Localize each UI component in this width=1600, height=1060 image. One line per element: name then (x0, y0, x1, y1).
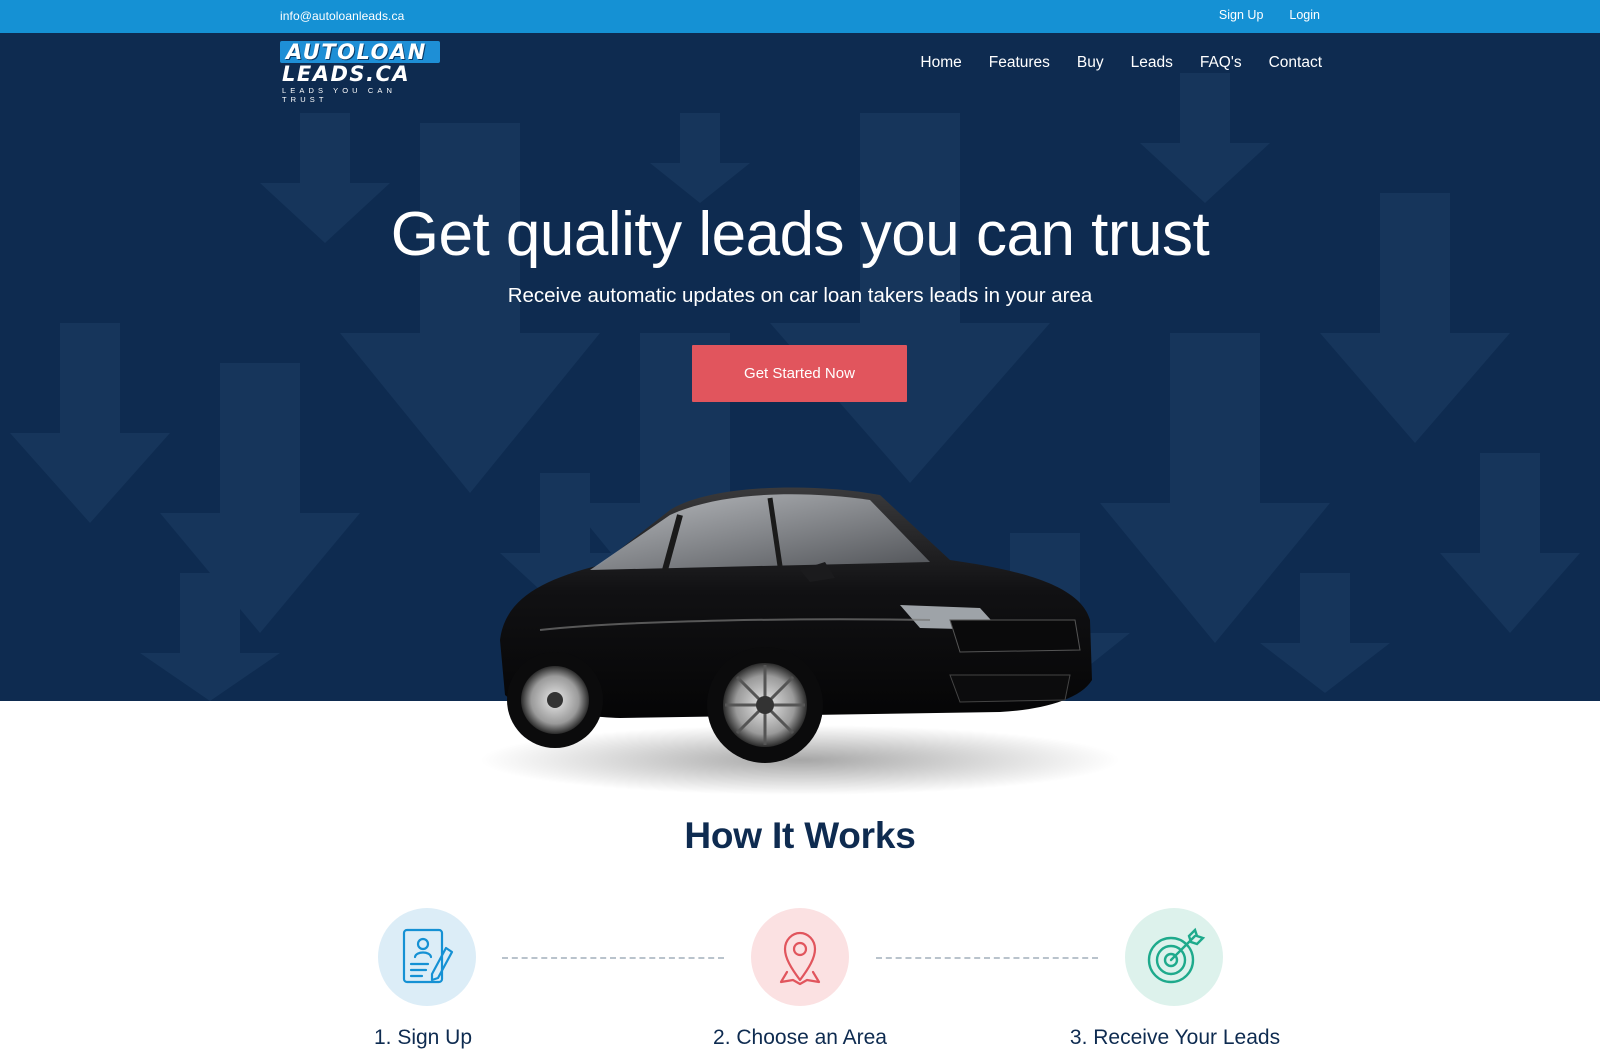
nav-contact[interactable]: Contact (1269, 54, 1322, 72)
step-3-circle (1125, 908, 1223, 1006)
top-links: Sign Up Login (1219, 8, 1320, 22)
nav-faqs[interactable]: FAQ's (1200, 54, 1242, 72)
get-started-button[interactable]: Get Started Now (692, 345, 907, 402)
how-it-works-title: How It Works (684, 815, 916, 856)
logo-tagline: LEADS YOU CAN TRUST (282, 86, 397, 104)
contact-email[interactable]: info@autoloanleads.ca (280, 9, 404, 23)
signup-link[interactable]: Sign Up (1219, 8, 1263, 22)
main-nav: Home Features Buy Leads FAQ's Contact (893, 54, 1322, 72)
top-bar: info@autoloanleads.ca Sign Up Login (0, 0, 1600, 33)
logo-line-1: AUTOLOAN (280, 41, 440, 63)
step-1-label: 1. Sign Up (373, 1026, 473, 1049)
signup-form-icon (402, 928, 454, 984)
step-2-circle (751, 908, 849, 1006)
nav-buy[interactable]: Buy (1077, 54, 1104, 72)
logo-line-2: LEADS.CA (282, 62, 411, 86)
step-3-label: 3. Receive Your Leads (1069, 1026, 1281, 1049)
nav-features[interactable]: Features (989, 54, 1050, 72)
step-1-circle (378, 908, 476, 1006)
step-connector-2 (876, 957, 1098, 959)
nav-home[interactable]: Home (920, 54, 961, 72)
car-image (480, 487, 1120, 795)
step-connector-1 (502, 957, 724, 959)
hero-subtitle: Receive automatic updates on car loan ta… (507, 284, 1093, 307)
step-2-label: 2. Choose an Area (713, 1026, 887, 1049)
map-pin-icon (779, 931, 821, 986)
site-logo[interactable]: AUTOLOAN LEADS.CA LEADS YOU CAN TRUST (280, 41, 440, 104)
nav-leads[interactable]: Leads (1131, 54, 1173, 72)
login-link[interactable]: Login (1289, 8, 1320, 22)
target-icon (1147, 927, 1206, 984)
hero-title: Get quality leads you can trust (390, 200, 1210, 269)
